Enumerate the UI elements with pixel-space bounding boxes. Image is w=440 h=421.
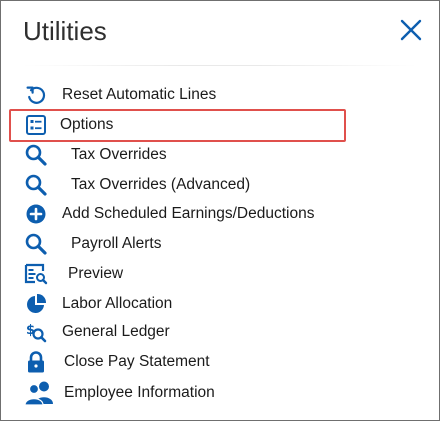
reset-icon [23, 82, 49, 108]
menu-item-label: Preview [68, 265, 124, 282]
menu-item-label: Add Scheduled Earnings/Deductions [62, 205, 315, 222]
ledger-search-icon: $ [23, 319, 49, 345]
menu-item-label: Tax Overrides [71, 146, 167, 163]
menu-item-payroll-alerts[interactable]: Payroll Alerts [23, 231, 161, 257]
menu-item-preview[interactable]: Preview [23, 261, 123, 287]
magnifier-icon [23, 231, 49, 257]
menu-item-reset-automatic-lines[interactable]: Reset Automatic Lines [23, 82, 216, 108]
preview-icon [23, 261, 49, 287]
menu-item-general-ledger[interactable]: $ General Ledger [23, 319, 170, 345]
close-button[interactable] [398, 17, 424, 43]
menu-item-close-pay-statement[interactable]: Close Pay Statement [23, 349, 210, 375]
people-icon [23, 380, 57, 406]
menu-item-tax-overrides[interactable]: Tax Overrides [23, 142, 167, 168]
panel-title: Utilities [23, 16, 107, 46]
menu-item-label: Labor Allocation [62, 295, 173, 312]
magnifier-icon [23, 172, 49, 198]
menu-item-employee-information[interactable]: Employee Information [23, 380, 215, 406]
menu-item-label: Reset Automatic Lines [62, 86, 217, 103]
menu-item-label: Payroll Alerts [71, 235, 162, 252]
menu-item-label: Employee Information [64, 384, 215, 401]
utilities-panel: Utilities Reset Automatic Lines Options … [0, 0, 440, 421]
menu-item-tax-overrides-advanced[interactable]: Tax Overrides (Advanced) [23, 172, 250, 198]
menu-item-label: Tax Overrides (Advanced) [71, 176, 251, 193]
magnifier-icon [23, 142, 49, 168]
menu-item-labor-allocation[interactable]: Labor Allocation [23, 291, 172, 317]
title-divider [23, 65, 417, 66]
pie-chart-icon [23, 291, 49, 317]
menu-item-label: Close Pay Statement [64, 353, 210, 370]
lock-icon [23, 349, 49, 375]
add-circle-icon [23, 201, 49, 227]
menu-item-label: Options [60, 116, 114, 133]
close-icon [400, 19, 422, 41]
options-list-icon [23, 112, 49, 138]
menu-item-label: General Ledger [62, 323, 170, 340]
menu-item-options[interactable]: Options [23, 112, 113, 138]
menu-item-add-scheduled-earnings-deductions[interactable]: Add Scheduled Earnings/Deductions [23, 201, 314, 227]
